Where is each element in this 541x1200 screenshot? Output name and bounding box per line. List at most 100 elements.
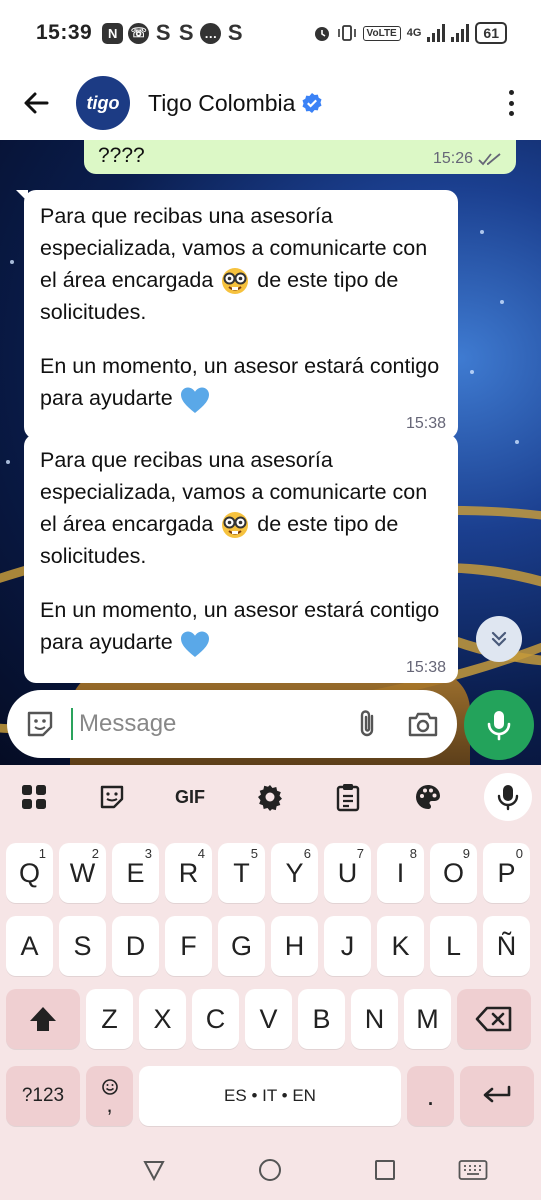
nav-back-button[interactable] xyxy=(140,1156,168,1184)
key-h[interactable]: H xyxy=(271,916,318,976)
apps-icon xyxy=(22,785,46,809)
key-i[interactable]: I8 xyxy=(377,843,424,903)
wallpaper-sparkle xyxy=(515,440,519,444)
period-key[interactable]: . xyxy=(407,1066,454,1126)
key-g[interactable]: G xyxy=(218,916,265,976)
key-d[interactable]: D xyxy=(112,916,159,976)
blue-heart-emoji-icon xyxy=(180,387,209,413)
keyboard-settings-button[interactable] xyxy=(250,779,290,815)
arrow-left-icon xyxy=(24,92,49,114)
n-notification-icon: N xyxy=(102,22,124,44)
key-hint: 7 xyxy=(356,846,364,861)
outgoing-message[interactable]: ???? 15:26 xyxy=(84,140,516,174)
clipboard-button[interactable] xyxy=(328,779,368,815)
space-key[interactable]: ES • IT • EN xyxy=(139,1066,401,1126)
notification-icons: N ☏ S S … S xyxy=(102,20,244,45)
alarm-icon xyxy=(314,27,329,41)
apps-grid-button[interactable] xyxy=(14,779,54,815)
contact-name[interactable]: Tigo Colombia xyxy=(148,90,295,117)
chat-header: tigo Tigo Colombia xyxy=(0,66,541,140)
double-check-icon xyxy=(478,153,501,166)
key-hint: 8 xyxy=(409,846,417,861)
key-l[interactable]: L xyxy=(430,916,477,976)
shift-arrow-icon xyxy=(30,1007,56,1031)
message-text: ???? xyxy=(98,144,145,167)
shift-key[interactable] xyxy=(6,989,80,1049)
camera-icon[interactable] xyxy=(407,710,439,738)
key-v[interactable]: V xyxy=(245,989,292,1049)
message-input[interactable]: Message xyxy=(71,708,353,740)
status-bar: 15:39 N ☏ S S … S VoLTE 4G 61 xyxy=(0,0,541,66)
key-s[interactable]: S xyxy=(59,916,106,976)
key-x[interactable]: X xyxy=(139,989,186,1049)
circle-home-icon xyxy=(259,1159,281,1181)
keyboard-toolbar: GIF xyxy=(0,765,541,831)
blue-heart-emoji-icon xyxy=(180,631,209,657)
verified-badge-icon xyxy=(302,93,322,113)
key-o[interactable]: O9 xyxy=(430,843,477,903)
chat-area[interactable]: ???? 15:26 Para que recibas una asesoría… xyxy=(0,140,541,765)
whatsapp-icon: ☏ xyxy=(128,22,150,44)
key-a[interactable]: A xyxy=(6,916,53,976)
key-j[interactable]: J xyxy=(324,916,371,976)
keyboard-switch-button[interactable] xyxy=(458,1156,488,1184)
key-p[interactable]: P0 xyxy=(483,843,530,903)
attach-icon[interactable] xyxy=(353,708,381,740)
key-f[interactable]: F xyxy=(165,916,212,976)
emoji-comma-key[interactable]: , xyxy=(86,1066,133,1126)
incoming-message[interactable]: Para que recibas una asesoría especializ… xyxy=(24,434,458,683)
message-composer: Message xyxy=(7,690,457,758)
key-n[interactable]: N xyxy=(351,989,398,1049)
triangle-back-icon xyxy=(143,1161,165,1181)
key-e[interactable]: E3 xyxy=(112,843,159,903)
wallpaper-sparkle xyxy=(10,260,14,264)
double-chevron-down-icon xyxy=(491,631,507,647)
key-enye[interactable]: Ñ xyxy=(483,916,530,976)
key-m[interactable]: M xyxy=(404,989,451,1049)
backspace-key[interactable] xyxy=(457,989,531,1049)
soft-keyboard: GIF Q1 W2 E3 R4 T5 Y6 U7 I8 O9 P0 A S D … xyxy=(0,765,541,1200)
keyboard-voice-button[interactable] xyxy=(484,773,532,821)
incoming-message[interactable]: Para que recibas una asesoría especializ… xyxy=(16,190,458,439)
keyboard-sticker-button[interactable] xyxy=(92,779,132,815)
nav-home-button[interactable] xyxy=(256,1156,284,1184)
message-paragraph: En un momento, un asesor estará contigo … xyxy=(40,350,444,414)
key-y[interactable]: Y6 xyxy=(271,843,318,903)
vibrate-icon xyxy=(337,25,356,41)
theme-button[interactable] xyxy=(408,779,448,815)
dot-icon xyxy=(508,100,514,106)
data-type-label: 4G xyxy=(406,27,422,39)
nav-recents-button[interactable] xyxy=(371,1156,399,1184)
sticker-icon[interactable] xyxy=(25,709,55,739)
message-paragraph: Para que recibas una asesoría especializ… xyxy=(40,200,444,328)
scroll-to-bottom-button[interactable] xyxy=(476,616,522,662)
back-button[interactable] xyxy=(18,85,54,121)
key-w[interactable]: W2 xyxy=(59,843,106,903)
key-b[interactable]: B xyxy=(298,989,345,1049)
contact-avatar[interactable]: tigo xyxy=(76,76,130,130)
nerd-face-emoji-icon xyxy=(222,512,249,539)
enter-key[interactable] xyxy=(460,1066,534,1126)
key-u[interactable]: U7 xyxy=(324,843,371,903)
key-z[interactable]: Z xyxy=(86,989,133,1049)
square-recents-icon xyxy=(375,1160,395,1180)
message-paragraph: Para que recibas una asesoría especializ… xyxy=(40,444,444,572)
enter-arrow-icon xyxy=(483,1085,511,1103)
symbols-key[interactable]: ?123 xyxy=(6,1066,80,1126)
voice-message-button[interactable] xyxy=(464,690,534,760)
key-q[interactable]: Q1 xyxy=(6,843,53,903)
key-hint: 1 xyxy=(38,846,46,861)
wallpaper-sparkle xyxy=(470,370,474,374)
key-r[interactable]: R4 xyxy=(165,843,212,903)
gif-button[interactable]: GIF xyxy=(170,779,210,815)
key-c[interactable]: C xyxy=(192,989,239,1049)
message-text: En un momento, un asesor estará contigo … xyxy=(40,354,440,411)
s-notification-icon: S xyxy=(155,20,171,45)
key-k[interactable]: K xyxy=(377,916,424,976)
key-t[interactable]: T5 xyxy=(218,843,265,903)
signal-strength-icon xyxy=(451,24,470,42)
palette-icon xyxy=(416,785,440,809)
chat-bubble-icon: … xyxy=(200,22,222,44)
overflow-menu-button[interactable] xyxy=(503,86,519,120)
battery-indicator: 61 xyxy=(475,22,507,44)
